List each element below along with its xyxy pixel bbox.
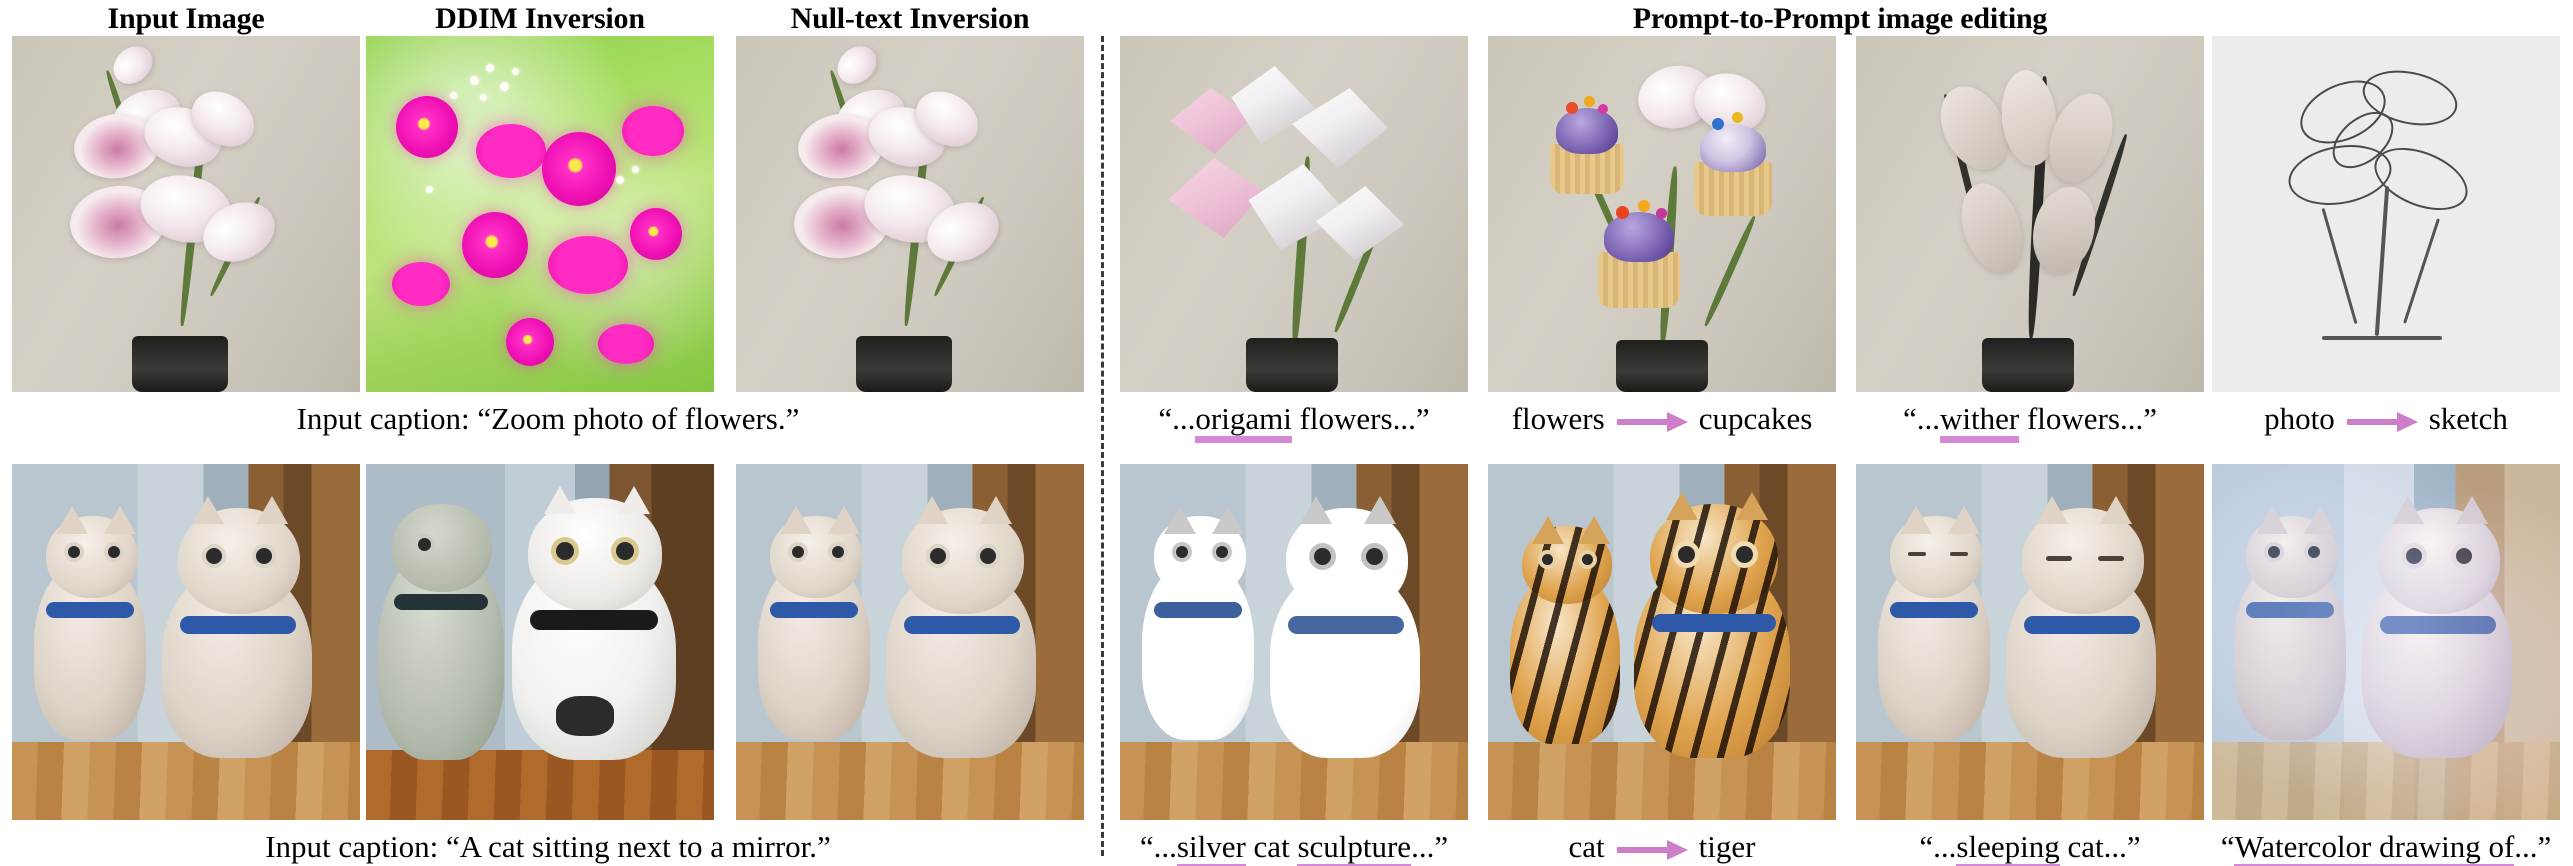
image-cat-watercolor (2212, 464, 2560, 820)
image-flowers-wither (1856, 36, 2204, 392)
cat-tiger-photo (1488, 464, 1836, 820)
caption-segment: ...” (1411, 829, 1449, 864)
image-cat-input (12, 464, 360, 820)
caption-cupcakes: flowers cupcakes (1488, 400, 1836, 438)
arrow-right-icon (1615, 409, 1689, 435)
caption-segment: cat...” (2059, 829, 2141, 864)
image-cat-sleeping (1856, 464, 2204, 820)
header-nulltext-inversion: Null-text Inversion (790, 2, 1030, 35)
caption-segment: “... (1919, 829, 1957, 864)
caption-watercolor: “Watercolor drawing of...” (2204, 828, 2568, 866)
caption-segment: ...” (2514, 829, 2552, 864)
origami-photo (1120, 36, 1468, 392)
caption-silver-sculpture: “...silver cat sculpture...” (1112, 828, 1476, 866)
caption-origami: “...origami flowers...” (1120, 400, 1468, 443)
orchid-photo (12, 36, 360, 392)
caption-wither: “...wither flowers...” (1856, 400, 2204, 443)
caption-highlight: sculpture (1297, 829, 1412, 866)
orchid-photo-reconstruction (736, 36, 1084, 392)
withered-flowers-photo (1856, 36, 2204, 392)
caption-segment: “... (1139, 829, 1177, 864)
cat-silver-photo (1120, 464, 1468, 820)
cat-ddim-photo (366, 464, 714, 820)
caption-segment: flowers...” (1291, 401, 1430, 436)
caption-input-flowers: Input caption: “Zoom photo of flowers.” (296, 401, 800, 436)
caption-segment: “... (1903, 401, 1941, 436)
caption-segment: “ (2220, 829, 2235, 864)
image-cat-silver (1120, 464, 1468, 820)
cat-photo-reconstruction (736, 464, 1084, 820)
caption-to-word: tiger (1698, 829, 1756, 864)
image-flowers-sketch (2212, 36, 2560, 392)
caption-from-word: flowers (1511, 401, 1605, 436)
ddim-psychedelic-photo (366, 36, 714, 392)
header-prompt-to-prompt: Prompt-to-Prompt image editing (1632, 2, 2048, 35)
caption-sketch: photo sketch (2212, 400, 2560, 438)
sketch-photo (2212, 36, 2560, 392)
cat-watercolor-photo (2212, 464, 2560, 820)
caption-highlight: wither (1940, 401, 2020, 443)
arrow-right-icon (1615, 837, 1689, 863)
caption-segment: cat (1245, 829, 1298, 864)
caption-highlight: sleeping (1956, 829, 2060, 866)
header-ddim-inversion: DDIM Inversion (435, 2, 645, 35)
caption-tiger: cat tiger (1488, 828, 1836, 866)
caption-highlight: silver (1176, 829, 1246, 866)
caption-to-word: sketch (2428, 401, 2508, 436)
cat-photo (12, 464, 360, 820)
image-flowers-nulltext (736, 36, 1084, 392)
image-flowers-ddim (366, 36, 714, 392)
image-cat-nulltext (736, 464, 1084, 820)
caption-from-word: photo (2264, 401, 2335, 436)
caption-input-cat: Input caption: “A cat sitting next to a … (265, 829, 831, 864)
figure-root: Input Image DDIM Inversion Null-text Inv… (0, 0, 2573, 866)
caption-highlight: Watercolor drawing of (2234, 829, 2515, 866)
caption-segment: “... (1158, 401, 1196, 436)
caption-from-word: cat (1568, 829, 1605, 864)
image-flowers-origami (1120, 36, 1468, 392)
image-flowers-input (12, 36, 360, 392)
cupcakes-photo (1488, 36, 1836, 392)
image-cat-ddim (366, 464, 714, 820)
column-headers: Input Image DDIM Inversion Null-text Inv… (0, 0, 2573, 40)
image-cat-tiger (1488, 464, 1836, 820)
caption-to-word: cupcakes (1698, 401, 1813, 436)
cat-sleeping-photo (1856, 464, 2204, 820)
header-input-image: Input Image (107, 2, 265, 35)
arrow-right-icon (2345, 409, 2419, 435)
caption-segment: flowers...” (2019, 401, 2157, 436)
section-divider (1101, 36, 1104, 856)
image-flowers-cupcakes (1488, 36, 1836, 392)
caption-highlight: origami (1195, 401, 1292, 443)
caption-sleeping: “...sleeping cat...” (1856, 828, 2204, 866)
